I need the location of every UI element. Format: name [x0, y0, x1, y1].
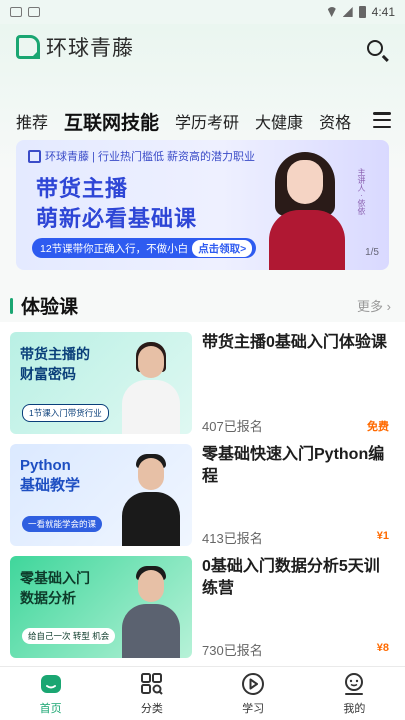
banner-host-tag: 主讲人 · 依依 — [357, 168, 366, 216]
play-icon — [240, 672, 266, 696]
nav-profile[interactable]: 我的 — [304, 667, 405, 720]
course-title: 带货主播0基础入门体验课 — [202, 334, 387, 351]
course-card[interactable]: 零基础入门 数据分析 给自己一次 转型 机会 0基础入门数据分析5天训练营 73… — [0, 546, 405, 666]
nav-study[interactable]: 学习 — [203, 667, 304, 720]
category-icon — [139, 672, 165, 696]
banner-title: 带货主播 萌新必看基础课 — [36, 176, 198, 231]
signal-icon — [342, 7, 353, 17]
nav-home[interactable]: 首页 — [0, 667, 101, 720]
course-enrolled: 730已报名 — [202, 643, 263, 658]
status-time: 4:41 — [371, 5, 395, 19]
home-icon — [38, 672, 64, 696]
course-price: 免费 — [367, 421, 389, 433]
tab-internet-skills[interactable]: 互联网技能 — [64, 108, 159, 135]
system-icons: 4:41 — [326, 5, 395, 19]
section-header: 体验课 — [10, 292, 78, 319]
banner-cta-text: 12节课带你正确入行，不做小白 — [40, 242, 189, 255]
bottom-nav: 首页 分类 学习 我的 — [0, 666, 405, 720]
battery-icon — [358, 6, 366, 18]
section-title: 体验课 — [21, 297, 79, 318]
promo-banner[interactable]: 环球青藤 | 行业热门槛低 薪资高的潜力职业 带货主播 萌新必看基础课 12节课… — [16, 140, 389, 270]
notification-icons — [10, 7, 40, 17]
status-bar: 4:41 — [0, 0, 405, 24]
app-logo: 环球青藤 — [16, 32, 134, 62]
course-enrolled: 407已报名 — [202, 419, 263, 434]
tab-health[interactable]: 大健康 — [255, 109, 303, 133]
banner-header: 环球青藤 | 行业热门槛低 薪资高的潜力职业 — [28, 148, 255, 164]
course-title: 零基础快速入门Python编程 — [202, 446, 385, 485]
course-thumbnail: Python 基础教学 一看就能学会的课 — [10, 444, 192, 546]
instructor-image — [122, 452, 180, 546]
search-icon — [367, 40, 383, 56]
search-button[interactable] — [367, 40, 389, 62]
section-accent-bar — [10, 297, 13, 314]
nav-category[interactable]: 分类 — [101, 667, 202, 720]
course-title: 0基础入门数据分析5天训练营 — [202, 558, 380, 597]
logo-icon — [16, 35, 40, 59]
banner-cta[interactable]: 12节课带你正确入行，不做小白 点击领取> — [32, 238, 257, 258]
banner-page-indicator: 1/5 — [365, 247, 379, 258]
banner-top-text: 环球青藤 | 行业热门槛低 薪资高的潜力职业 — [45, 151, 256, 163]
course-card[interactable]: 带货主播的 财富密码 1节课入门带货行业 带货主播0基础入门体验课 407已报名… — [0, 322, 405, 434]
notification-icon — [10, 7, 22, 17]
course-thumbnail: 带货主播的 财富密码 1节课入门带货行业 — [10, 332, 192, 434]
tab-menu-icon[interactable] — [373, 112, 391, 128]
category-tabs: 推荐 互联网技能 学历考研 大健康 资格 — [0, 106, 405, 136]
banner-logo-icon — [28, 149, 41, 163]
tab-recommend[interactable]: 推荐 — [16, 109, 48, 133]
course-price: ¥1 — [376, 530, 389, 542]
course-card[interactable]: Python 基础教学 一看就能学会的课 零基础快速入门Python编程 413… — [0, 434, 405, 546]
banner-cta-button[interactable]: 点击领取> — [192, 239, 253, 257]
instructor-image — [122, 340, 180, 434]
notification-icon — [28, 7, 40, 17]
wifi-icon — [326, 7, 337, 17]
profile-icon — [341, 672, 367, 696]
app-name: 环球青藤 — [46, 37, 134, 60]
tab-degree-exam[interactable]: 学历考研 — [175, 109, 239, 133]
course-price: ¥8 — [376, 642, 389, 654]
instructor-image — [122, 564, 180, 658]
banner-host-image — [261, 146, 353, 270]
course-thumbnail: 零基础入门 数据分析 给自己一次 转型 机会 — [10, 556, 192, 658]
more-link[interactable]: 更多 › — [357, 296, 391, 315]
course-enrolled: 413已报名 — [202, 531, 263, 546]
tab-qualification[interactable]: 资格 — [319, 109, 351, 133]
